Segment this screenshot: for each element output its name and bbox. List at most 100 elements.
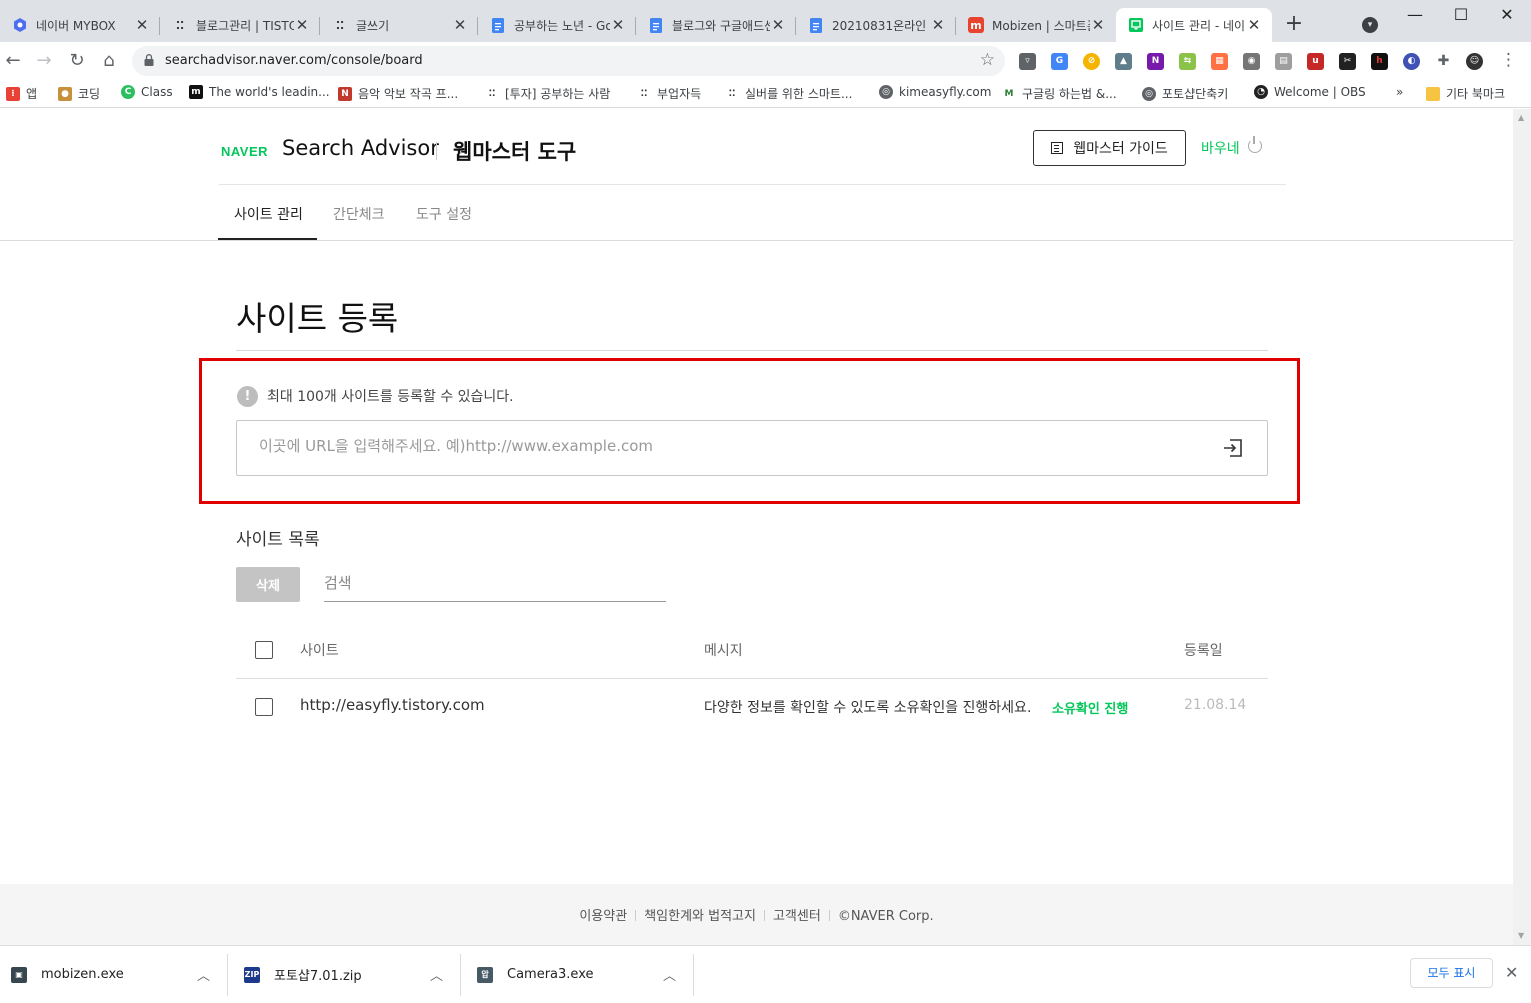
submit-arrow-icon[interactable] xyxy=(1223,439,1242,457)
product-name[interactable]: Search Advisor xyxy=(282,136,439,160)
delete-button[interactable]: 삭제 xyxy=(236,567,300,602)
show-all-downloads-button[interactable]: 모두 표시 xyxy=(1410,958,1493,988)
zip-icon: ZIP xyxy=(244,966,260,983)
extension-icon[interactable]: ✂ xyxy=(1339,53,1356,70)
naver-logo[interactable]: NAVER xyxy=(221,144,268,159)
extension-icon[interactable]: ◐ xyxy=(1403,53,1420,70)
row-checkbox[interactable] xyxy=(255,698,273,716)
close-download-shelf-icon[interactable]: ✕ xyxy=(1505,963,1518,982)
browser-tab[interactable]: m Mobizen | 스마트폰 ✕ xyxy=(956,8,1116,42)
bookmark-item[interactable]: M 구글링 하는법 &... xyxy=(1002,85,1117,102)
window-close-icon[interactable]: ✕ xyxy=(1497,5,1517,24)
chevron-up-icon[interactable]: ︿ xyxy=(197,965,210,984)
browser-tab-active[interactable]: 사이트 관리 - 네이버 ✕ xyxy=(1116,8,1272,42)
other-bookmarks[interactable]: 기타 북마크 xyxy=(1426,85,1505,102)
page-content: NAVER Search Advisor 웹마스터 도구 웹마스터 가이드 바우… xyxy=(0,109,1513,945)
chevron-up-icon[interactable]: ︿ xyxy=(430,965,443,984)
footer-link-terms[interactable]: 이용약관 xyxy=(579,909,627,924)
extension-icon[interactable]: ⊘ xyxy=(1083,53,1100,70)
select-all-checkbox[interactable] xyxy=(255,641,273,659)
bookmark-item[interactable]: ⁚⁚ 실버를 위한 스마트... xyxy=(725,85,853,102)
close-tab-icon[interactable]: ✕ xyxy=(1246,16,1262,34)
extension-icon[interactable]: ▲ xyxy=(1115,53,1132,70)
column-header-date: 등록일 xyxy=(1184,643,1223,659)
tab-site-management[interactable]: 사이트 관리 xyxy=(234,204,303,224)
download-item[interactable]: 압 Camera3.exe ︿ xyxy=(477,946,692,1003)
scroll-down-icon[interactable]: ▼ xyxy=(1518,931,1524,940)
browser-tab[interactable]: 네이버 MYBOX ✕ xyxy=(0,8,160,42)
extension-icon[interactable]: ▤ xyxy=(1275,53,1292,70)
new-tab-icon[interactable]: + xyxy=(1282,12,1306,36)
browser-tab[interactable]: 공부하는 노년 - Google Docs ✕ xyxy=(478,8,636,42)
bookmark-item[interactable]: ◎ 포토샵단축키 xyxy=(1142,85,1228,102)
close-tab-icon[interactable]: ✕ xyxy=(930,16,946,34)
download-shelf: ▣ mobizen.exe ︿ ZIP 포토샵7.01.zip ︿ 압 Came… xyxy=(0,945,1531,1003)
forward-icon[interactable]: → xyxy=(31,48,57,74)
verify-ownership-link[interactable]: 소유확인 진행 xyxy=(1052,698,1128,717)
extension-icon[interactable]: ◉ xyxy=(1243,53,1260,70)
minimize-icon[interactable]: — xyxy=(1405,5,1425,24)
maximize-icon[interactable]: ☐ xyxy=(1451,5,1471,24)
extensions-puzzle-icon[interactable]: ✚ xyxy=(1435,53,1452,70)
download-item[interactable]: ▣ mobizen.exe ︿ xyxy=(11,946,226,1003)
address-bar[interactable]: searchadvisor.naver.com/console/board ☆ xyxy=(132,46,1005,76)
close-tab-icon[interactable]: ✕ xyxy=(134,16,150,34)
tab-title: 공부하는 노년 - Google Docs xyxy=(514,18,610,33)
close-tab-icon[interactable]: ✕ xyxy=(1090,16,1106,34)
url-input[interactable] xyxy=(259,437,1199,455)
search-input[interactable] xyxy=(324,574,654,592)
footer-link-disclaimer[interactable]: 책임한계와 법적고지 xyxy=(644,909,756,924)
extension-icon[interactable]: h xyxy=(1371,53,1388,70)
bookmark-item[interactable]: ⁝ 앱 xyxy=(6,85,37,102)
close-tab-icon[interactable]: ✕ xyxy=(294,16,310,34)
tool-name[interactable]: 웹마스터 도구 xyxy=(453,136,576,166)
docs-icon xyxy=(648,17,664,33)
ublock-icon[interactable]: u xyxy=(1307,53,1324,70)
lock-icon xyxy=(144,54,154,66)
bookmark-item[interactable]: N 음악 악보 작곡 프... xyxy=(338,85,458,102)
bookmark-item[interactable]: ◔ Welcome | OBS xyxy=(1254,85,1366,99)
search-field[interactable] xyxy=(324,567,666,602)
download-item[interactable]: ZIP 포토샵7.01.zip ︿ xyxy=(244,946,459,1003)
scroll-up-icon[interactable]: ▲ xyxy=(1518,113,1524,122)
bookmarks-overflow-icon[interactable]: » xyxy=(1396,85,1403,99)
back-icon[interactable]: ← xyxy=(0,48,26,74)
webmaster-guide-button[interactable]: 웹마스터 가이드 xyxy=(1033,130,1186,166)
exe-icon: ▣ xyxy=(11,966,27,983)
browser-tab[interactable]: ⁚⁚ 글쓰기 ✕ xyxy=(320,8,478,42)
browser-menu-icon[interactable]: ⋮ xyxy=(1500,50,1517,70)
url-input-field[interactable] xyxy=(236,420,1268,476)
chevron-up-icon[interactable]: ︿ xyxy=(663,965,676,984)
user-name[interactable]: 바우네 xyxy=(1201,138,1240,158)
bookmark-item[interactable]: ⁚⁚ [투자] 공부하는 사람 xyxy=(485,85,611,102)
home-icon[interactable]: ⌂ xyxy=(96,48,122,74)
profile-avatar[interactable]: ☺ xyxy=(1466,53,1483,70)
tab-tool-settings[interactable]: 도구 설정 xyxy=(416,204,472,224)
logout-power-icon[interactable] xyxy=(1248,136,1262,153)
close-tab-icon[interactable]: ✕ xyxy=(610,16,626,34)
pocket-icon[interactable]: ▿ xyxy=(1019,53,1036,70)
browser-tab[interactable]: 블로그와 구글애드센스 ✕ xyxy=(636,8,796,42)
reload-icon[interactable]: ↻ xyxy=(64,48,90,74)
browser-tab[interactable]: 20210831온라인 ✕ xyxy=(796,8,956,42)
tab-quick-check[interactable]: 간단체크 xyxy=(333,204,385,224)
tab-search-icon[interactable]: ▾ xyxy=(1362,17,1378,33)
bookmark-item[interactable]: ⁚⁚ 부업자득 xyxy=(637,85,702,102)
close-tab-icon[interactable]: ✕ xyxy=(452,16,468,34)
bookmark-item[interactable]: ◎ kimeasyfly.com xyxy=(879,85,991,99)
extension-icon[interactable]: ▦ xyxy=(1211,53,1228,70)
browser-tab[interactable]: ⁚⁚ 블로그관리 | TISTORY ✕ xyxy=(160,8,320,42)
onenote-icon[interactable]: N xyxy=(1147,53,1164,70)
tistory-icon: ⁚⁚ xyxy=(728,88,736,99)
close-tab-icon[interactable]: ✕ xyxy=(770,16,786,34)
footer-link-support[interactable]: 고객센터 xyxy=(773,909,821,924)
bookmark-item[interactable]: C Class xyxy=(121,85,173,99)
site-url-link[interactable]: http://easyfly.tistory.com xyxy=(300,696,485,714)
bookmark-item[interactable]: ● 코딩 xyxy=(58,85,100,102)
bookmark-item[interactable]: m The world's leadin... xyxy=(189,85,330,99)
page-scrollbar[interactable]: ▲ ▼ xyxy=(1513,109,1531,945)
extension-icon[interactable]: ⇆ xyxy=(1179,53,1196,70)
bookmark-star-icon[interactable]: ☆ xyxy=(980,50,995,70)
tistory-icon: ⁚⁚ xyxy=(640,88,648,99)
translate-icon[interactable]: G xyxy=(1051,53,1068,70)
